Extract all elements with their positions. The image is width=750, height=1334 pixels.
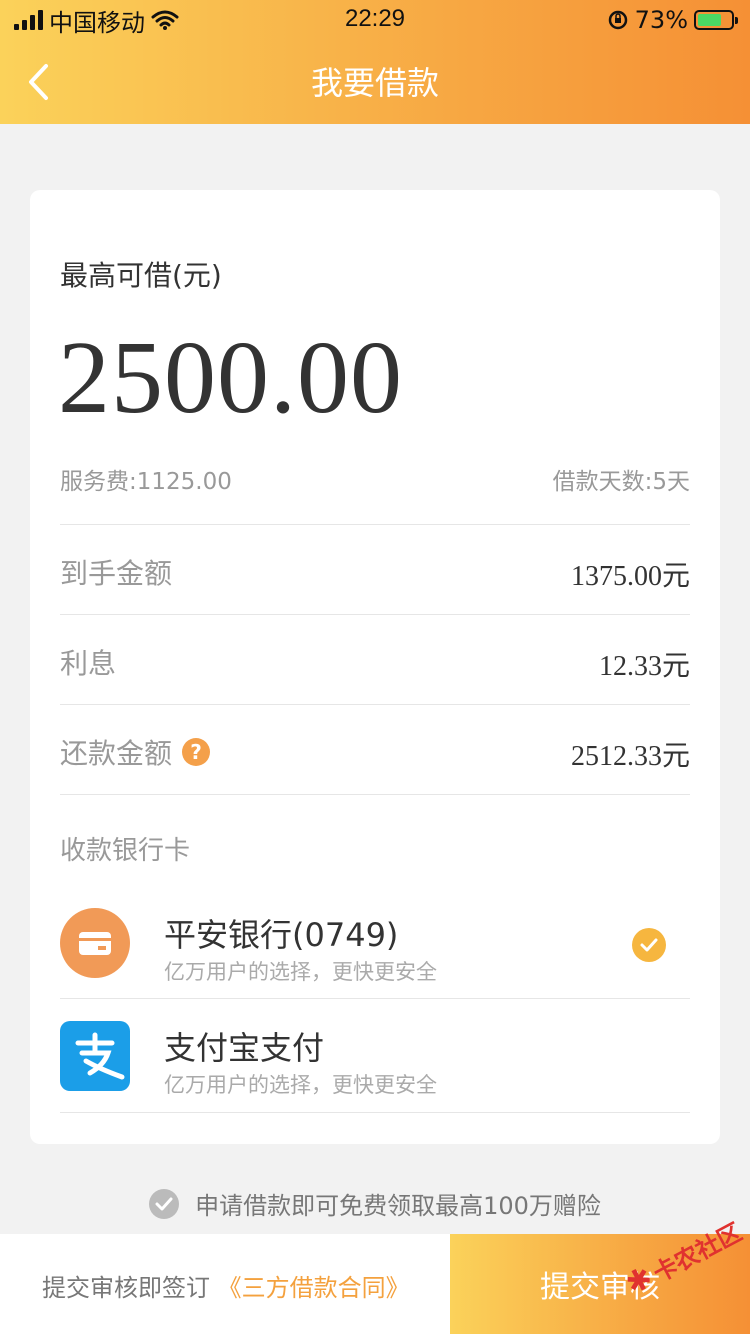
bank-card-icon	[60, 908, 130, 978]
divider	[60, 704, 690, 705]
interest-value: 12.33元	[598, 651, 690, 682]
battery-icon	[694, 10, 738, 30]
max-amount: 2500.00	[58, 320, 403, 435]
agreement-text: 提交审核即签订 《三方借款合同》	[42, 1268, 410, 1303]
contract-link[interactable]: 《三方借款合同》	[218, 1274, 410, 1302]
bank-desc: 亿万用户的选择，更快更安全	[164, 960, 437, 984]
check-icon	[632, 928, 666, 962]
divider	[60, 794, 690, 795]
question-icon[interactable]: ?	[182, 738, 211, 766]
alipay-desc: 亿万用户的选择，更快更安全	[164, 1073, 437, 1097]
check-circle-icon	[149, 1188, 180, 1219]
divider	[60, 524, 690, 525]
repayment-label-text: 还款金额	[60, 737, 173, 770]
battery-fill	[698, 14, 721, 26]
repayment-value: 2512.33元	[570, 741, 690, 772]
header: 中国移动 22:29 73% 我要借款	[0, 0, 750, 124]
interest-label-text: 利息	[60, 647, 117, 680]
received-amount-label-text: 到手金额	[60, 557, 173, 590]
agreement-prefix: 提交审核即签订	[42, 1274, 210, 1302]
payment-option-alipay[interactable]: 支付宝支付 亿万用户的选择，更快更安全	[60, 1021, 690, 1111]
bank-section-label: 收款银行卡	[60, 836, 191, 866]
repayment-label: 还款金额 ?	[60, 732, 211, 772]
received-amount-value: 1375.00元	[570, 561, 690, 592]
rotation-lock-icon	[608, 10, 627, 30]
divider	[60, 614, 690, 615]
payment-option-pingan[interactable]: 平安银行(0749) 亿万用户的选择，更快更安全	[60, 908, 690, 998]
alipay-name: 支付宝支付	[164, 1029, 325, 1067]
bank-name: 平安银行(0749)	[164, 916, 399, 954]
insurance-notice: 申请借款即可免费领取最高100万赠险	[0, 1186, 750, 1221]
alipay-icon	[60, 1021, 130, 1091]
received-amount-label: 到手金额	[60, 552, 172, 592]
loan-card: 最高可借(元) 2500.00 服务费:1125.00 借款天数:5天 到手金额…	[30, 190, 720, 1144]
divider	[60, 1112, 690, 1113]
status-bar: 中国移动 22:29 73%	[0, 0, 750, 40]
battery-percent: 73%	[634, 6, 688, 34]
page-title: 我要借款	[310, 64, 439, 102]
battery-group: 73%	[607, 6, 738, 34]
max-amount-label: 最高可借(元)	[60, 259, 222, 292]
interest-label: 利息	[60, 642, 116, 682]
divider	[60, 998, 690, 999]
loan-days: 借款天数:5天	[552, 469, 690, 495]
service-fee: 服务费:1125.00	[60, 469, 232, 495]
insurance-notice-text: 申请借款即可免费领取最高100万赠险	[195, 1192, 601, 1220]
